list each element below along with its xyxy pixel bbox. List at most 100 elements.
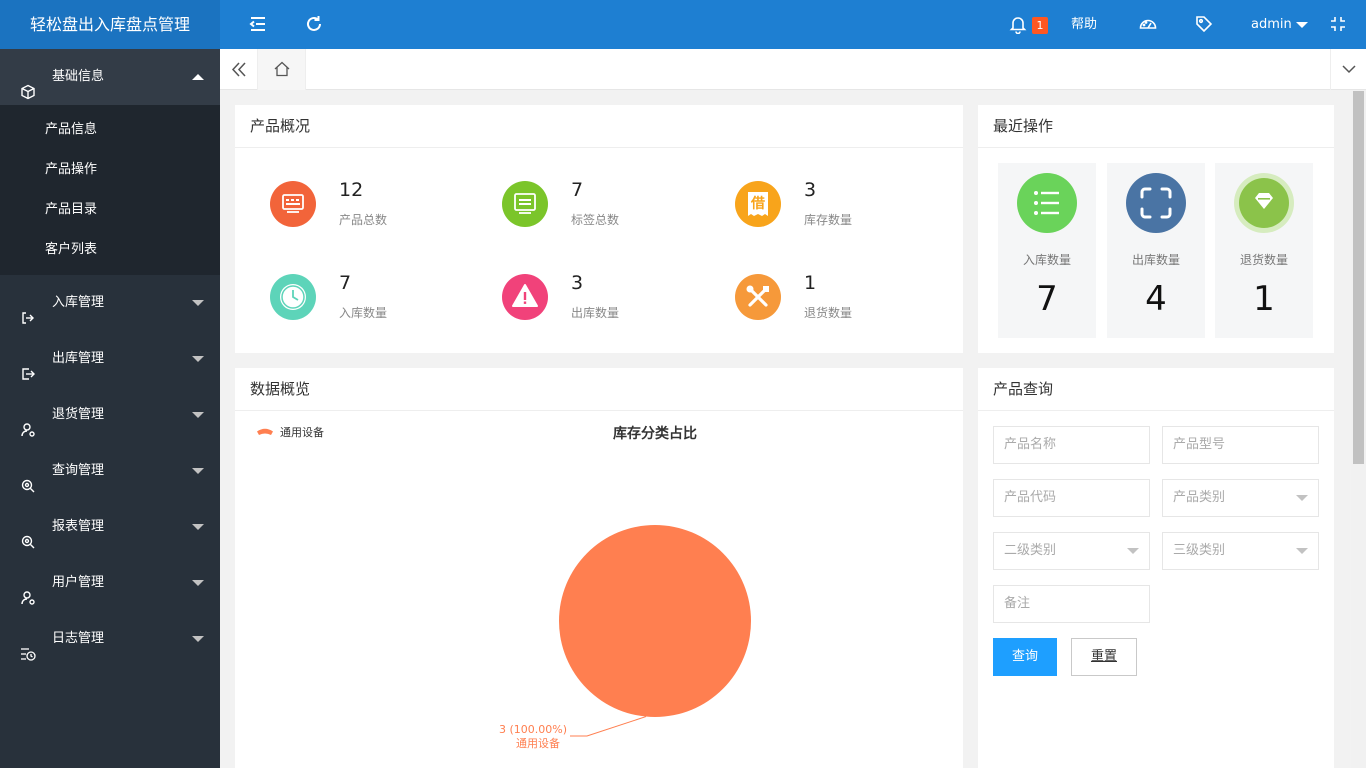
product-query-panel: 产品查询 产品名称 产品型号 产品代码 产品类别 二级类别 三级类别 备注 查询…: [978, 368, 1334, 768]
recent-card-outbound[interactable]: 出库数量 4: [1107, 163, 1205, 338]
login-icon: [20, 295, 36, 324]
recent-card-label: 退货数量: [1239, 253, 1288, 267]
report-search-icon: [20, 519, 36, 549]
search-icon: [20, 463, 36, 493]
sidebar-group-label: 入库管理: [52, 295, 105, 310]
warning-icon: [502, 274, 548, 320]
chevron-down-icon: [1295, 21, 1308, 28]
chevron-down-icon: [192, 636, 204, 642]
product-name-input[interactable]: 产品名称: [993, 426, 1150, 464]
tab-more-dropdown[interactable]: [1330, 49, 1366, 90]
stat-return-count: 1 退货数量: [735, 272, 935, 334]
stat-label: 库存数量: [804, 213, 853, 227]
recent-ops-title: 最近操作: [978, 105, 1334, 148]
tab-scroll-left-button[interactable]: [220, 49, 258, 90]
product-query-title: 产品查询: [978, 368, 1334, 411]
stat-label: 出库数量: [571, 306, 620, 320]
sidebar-item-product-ops[interactable]: 产品操作: [0, 150, 220, 190]
sidebar-item-product-catalog[interactable]: 产品目录: [0, 190, 220, 230]
stat-value: 3: [804, 179, 817, 201]
stat-value: 7: [339, 272, 352, 294]
chevron-down-icon: [192, 524, 204, 530]
sidebar-group-inbound[interactable]: 入库管理: [0, 275, 220, 331]
notification-badge: 1: [1032, 17, 1048, 34]
product-code-input[interactable]: 产品代码: [993, 479, 1150, 517]
remark-input[interactable]: 备注: [993, 585, 1150, 623]
stat-label: 入库数量: [339, 306, 388, 320]
home-icon: [274, 61, 290, 77]
recent-card-value: 4: [1145, 279, 1167, 319]
chart-title: 库存分类占比: [613, 425, 697, 442]
sidebar-group-label: 报表管理: [52, 519, 105, 534]
refresh-icon[interactable]: [304, 14, 324, 34]
slice-label-value: 3 (100.00%): [499, 723, 567, 736]
chevron-down-icon: [192, 468, 204, 474]
data-overview-panel: 数据概览 通用设备 库存分类占比 3 (100.00%) 通用设备: [235, 368, 963, 768]
clock-icon: [270, 274, 316, 320]
overview-panel: 产品概况 12 产品总数 7 标签总数 借 3 库存数量 7 入库数量 3 出库…: [235, 105, 963, 353]
second-category-select[interactable]: 二级类别: [993, 532, 1150, 570]
diamond-icon: [1234, 173, 1294, 233]
legend-swatch[interactable]: [257, 428, 273, 435]
borrow-glyph: 借: [751, 196, 765, 212]
sidebar-group-reports[interactable]: 报表管理: [0, 499, 220, 555]
sidebar-group-query[interactable]: 查询管理: [0, 443, 220, 499]
borrow-receipt-icon: 借: [735, 181, 781, 227]
chevron-down-icon: [1342, 65, 1356, 74]
product-model-input[interactable]: 产品型号: [1162, 426, 1319, 464]
sidebar-group-label: 查询管理: [52, 463, 105, 478]
third-category-select[interactable]: 三级类别: [1162, 532, 1319, 570]
sidebar-group-users[interactable]: 用户管理: [0, 555, 220, 611]
sidebar-item-customer-list[interactable]: 客户列表: [0, 230, 220, 270]
tab-home[interactable]: [258, 49, 306, 90]
stat-value: 1: [804, 272, 817, 294]
overview-title: 产品概况: [235, 105, 963, 148]
slice-label-leader-line: [570, 716, 647, 737]
app-logo-title: 轻松盘出入库盘点管理: [0, 0, 220, 49]
theme-palette-icon[interactable]: [1138, 14, 1158, 34]
data-overview-title: 数据概览: [235, 368, 963, 411]
tools-icon: [735, 274, 781, 320]
tab-bar: [220, 49, 1366, 90]
scan-frame-icon: [1126, 173, 1186, 233]
sidebar-group-basic-info[interactable]: 基础信息: [0, 49, 220, 105]
recent-card-inbound[interactable]: 入库数量 7: [998, 163, 1096, 338]
user-icon: [20, 575, 36, 605]
help-link[interactable]: 帮助: [1071, 0, 1097, 49]
pie-slice[interactable]: [559, 525, 751, 717]
sidebar-submenu: 产品信息 产品操作 产品目录 客户列表: [0, 105, 220, 275]
recent-ops-panel: 最近操作 入库数量 7 出库数量 4 退货数量 1: [978, 105, 1334, 353]
tag-icon[interactable]: [1194, 14, 1214, 34]
monitor-icon: [270, 181, 316, 227]
reset-button-label: 重置: [1090, 649, 1117, 664]
recent-card-returns[interactable]: 退货数量 1: [1215, 163, 1313, 338]
recent-card-value: 7: [1036, 279, 1058, 319]
sidebar-group-returns[interactable]: 退货管理: [0, 387, 220, 443]
sidebar: 基础信息 产品信息 产品操作 产品目录 客户列表 入库管理 出库管理 退货管理 …: [0, 49, 220, 768]
stat-inbound-count: 7 入库数量: [270, 272, 470, 334]
recent-card-label: 出库数量: [1131, 253, 1180, 267]
product-category-select[interactable]: 产品类别: [1162, 479, 1319, 517]
top-header: 轻松盘出入库盘点管理 1 帮助 admin: [0, 0, 1366, 49]
sidebar-group-label: 日志管理: [52, 631, 105, 646]
sidebar-item-product-info[interactable]: 产品信息: [0, 110, 220, 150]
scrollbar-thumb[interactable]: [1353, 91, 1364, 464]
chevron-down-icon: [192, 300, 204, 306]
reset-button[interactable]: 重置: [1071, 638, 1137, 676]
bell-icon[interactable]: [1008, 14, 1028, 35]
search-button[interactable]: 查询: [993, 638, 1057, 676]
legend-item-label[interactable]: 通用设备: [280, 425, 324, 439]
log-clock-icon: [20, 631, 36, 661]
page-scrollbar[interactable]: [1351, 91, 1366, 768]
chevron-down-icon: [192, 412, 204, 418]
select-placeholder: 产品类别: [1173, 490, 1226, 505]
fullscreen-exit-icon[interactable]: [1328, 14, 1348, 34]
chevron-down-icon: [1296, 548, 1308, 554]
sidebar-group-logs[interactable]: 日志管理: [0, 611, 220, 667]
stat-outbound-count: 3 出库数量: [502, 272, 702, 334]
menu-toggle-icon[interactable]: [248, 14, 268, 34]
stat-value: 7: [571, 179, 584, 201]
double-chevron-left-icon: [231, 62, 246, 77]
sidebar-group-outbound[interactable]: 出库管理: [0, 331, 220, 387]
user-menu[interactable]: admin: [1251, 0, 1308, 49]
